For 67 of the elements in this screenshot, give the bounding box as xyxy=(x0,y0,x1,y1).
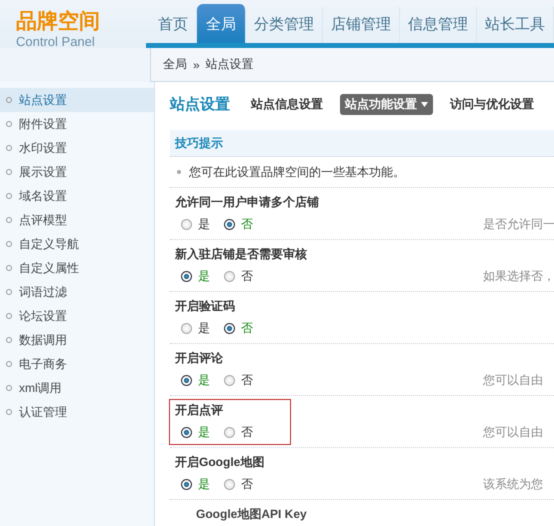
setting-label: 开启点评 xyxy=(175,402,224,419)
settings-tab[interactable]: 站点信息设置 xyxy=(246,94,328,114)
sidebar-item[interactable]: 自定义导航 xyxy=(0,232,154,256)
sidebar-item[interactable]: 论坛设置 xyxy=(0,304,154,328)
tips-title: 技巧提示 xyxy=(175,134,223,152)
setting-description: 是否允许同一 xyxy=(483,216,554,232)
nav-tab[interactable]: 信息管理 xyxy=(400,7,477,43)
nav-tab[interactable]: 店铺管理 xyxy=(323,7,400,43)
nav-tab[interactable]: 站长工具 xyxy=(477,7,554,43)
radio-button[interactable] xyxy=(181,322,192,334)
setting-description: 您可以自由 xyxy=(483,372,544,388)
setting-label: 开启Google地图 xyxy=(175,454,266,471)
radio-button[interactable] xyxy=(224,270,235,282)
radio-button[interactable] xyxy=(224,478,235,490)
radio-option[interactable]: 是 xyxy=(181,216,210,232)
setting-label: 开启评论 xyxy=(175,350,224,367)
sidebar-item[interactable]: 站点设置 xyxy=(0,88,154,112)
radio-button[interactable] xyxy=(181,270,192,282)
radio-option[interactable]: 否 xyxy=(224,216,253,232)
radio-button[interactable] xyxy=(224,374,235,386)
sidebar-item[interactable]: 点评模型 xyxy=(0,208,154,232)
radio-option[interactable]: 是 xyxy=(181,320,210,336)
bullet-icon xyxy=(177,170,181,174)
sidebar-item[interactable]: 数据调用 xyxy=(0,328,154,352)
radio-option[interactable]: 是 xyxy=(181,268,210,284)
sidebar-item[interactable]: 认证管理 xyxy=(0,400,154,424)
sidebar-item[interactable]: 域名设置 xyxy=(0,184,154,208)
radio-option[interactable]: 否 xyxy=(224,320,253,336)
setting-description: 如果选择否， xyxy=(483,268,554,284)
sidebar-item[interactable]: 水印设置 xyxy=(0,136,154,160)
radio-button[interactable] xyxy=(224,322,235,334)
radio-option[interactable]: 否 xyxy=(224,268,253,284)
radio-button[interactable] xyxy=(181,218,192,230)
radio-button[interactable] xyxy=(224,218,235,230)
radio-button[interactable] xyxy=(181,374,192,386)
sidebar-item[interactable]: 附件设置 xyxy=(0,112,154,136)
radio-button[interactable] xyxy=(181,478,192,490)
setting-label: 新入驻店铺是否需要审核 xyxy=(175,246,308,263)
breadcrumb-item[interactable]: 全局 xyxy=(163,56,187,73)
radio-option[interactable]: 是 xyxy=(181,424,210,440)
setting-label: Google地图API Key xyxy=(195,506,308,523)
page-title: 站点设置 xyxy=(170,94,230,114)
sidebar-item[interactable]: 电子商务 xyxy=(0,352,154,376)
logo-title: 品牌空间 xyxy=(16,10,100,34)
setting-label: 开启验证码 xyxy=(175,298,236,315)
radio-option[interactable]: 否 xyxy=(224,372,253,388)
radio-option[interactable]: 否 xyxy=(224,424,253,440)
sidebar-item[interactable]: xml调用 xyxy=(0,376,154,400)
sidebar-item[interactable]: 自定义属性 xyxy=(0,256,154,280)
radio-option[interactable]: 否 xyxy=(224,476,253,492)
nav-tab[interactable]: 分类管理 xyxy=(246,7,323,43)
nav-tab[interactable]: 全局 xyxy=(197,4,246,43)
radio-option[interactable]: 是 xyxy=(181,476,210,492)
sidebar-item[interactable]: 词语过滤 xyxy=(0,280,154,304)
setting-description: 该系统为您 xyxy=(483,476,544,492)
breadcrumb-separator: » xyxy=(193,58,200,72)
setting-label: 允许同一用户申请多个店铺 xyxy=(175,194,320,211)
radio-button[interactable] xyxy=(224,426,235,438)
sidebar-item[interactable]: 展示设置 xyxy=(0,160,154,184)
setting-description: 您可以自由 xyxy=(483,424,544,440)
settings-tab[interactable]: 站点功能设置 xyxy=(340,94,433,114)
settings-tab[interactable]: 访问与优化设置 xyxy=(445,94,539,114)
logo-subtitle: Control Panel xyxy=(16,34,95,49)
radio-option[interactable]: 是 xyxy=(181,372,210,388)
tip-text: 您可在此设置品牌空间的一些基本功能。 xyxy=(189,164,405,180)
radio-button[interactable] xyxy=(181,426,192,438)
breadcrumb-item[interactable]: 站点设置 xyxy=(206,56,254,73)
